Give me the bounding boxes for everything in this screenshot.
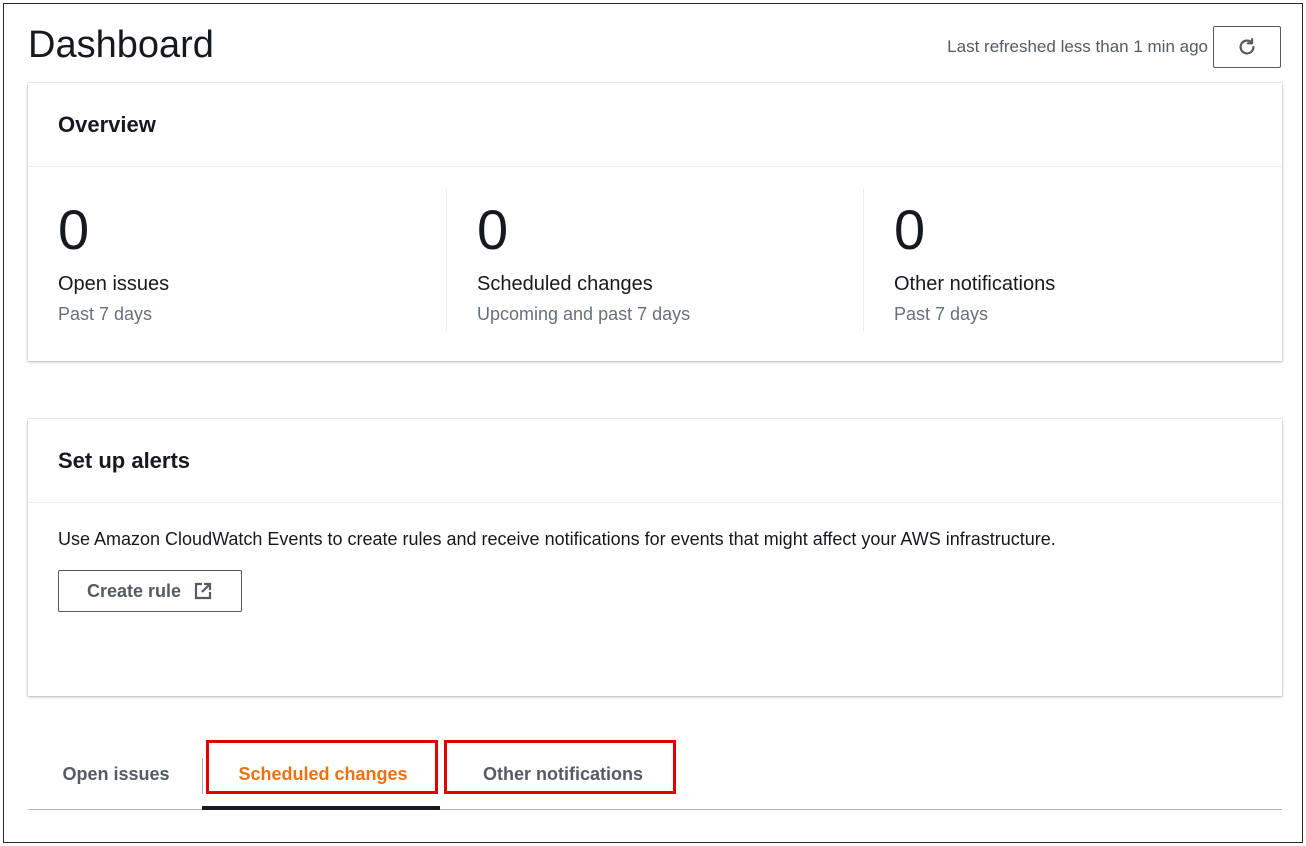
stat-subtext: Upcoming and past 7 days [477,304,691,324]
highlight-box-other [444,740,676,794]
alerts-body: Use Amazon CloudWatch Events to create r… [28,503,1282,612]
stat-subtext: Past 7 days [894,304,989,324]
setup-alerts-card: Set up alerts Use Amazon CloudWatch Even… [28,419,1282,696]
overview-card: Overview 0 Open issues Past 7 days 0 Sch… [28,83,1282,361]
stat-scheduled-changes: 0 Scheduled changes Upcoming and past 7 … [446,189,864,331]
stat-value: 0 [477,198,509,261]
page-title: Dashboard [28,24,214,66]
dashboard-frame: Dashboard Last refreshed less than 1 min… [3,3,1303,843]
overview-title: Overview [58,111,156,137]
stat-other-notifications: 0 Other notifications Past 7 days [863,189,1281,331]
stat-value: 0 [58,198,90,261]
alerts-title: Set up alerts [58,447,191,473]
refresh-button[interactable] [1213,26,1281,68]
stat-label: Scheduled changes [477,273,653,295]
last-refreshed-text: Last refreshed less than 1 min ago [947,37,1208,56]
page-header: Dashboard Last refreshed less than 1 min… [4,4,1302,84]
active-tab-underline [202,806,440,810]
refresh-icon [1239,38,1255,55]
alerts-card-header: Set up alerts [28,419,1282,503]
overview-card-header: Overview [28,83,1282,167]
highlight-box-scheduled [206,740,438,794]
stat-label: Open issues [58,273,170,295]
dashboard-tabs: Open issues Scheduled changes Other noti… [28,738,1282,810]
overview-stats: 0 Open issues Past 7 days 0 Scheduled ch… [28,167,1282,360]
stat-label: Other notifications [894,273,1056,295]
stat-subtext: Past 7 days [58,304,153,324]
external-link-icon [194,582,212,600]
alerts-description: Use Amazon CloudWatch Events to create r… [58,529,1056,549]
tab-open-issues[interactable]: Open issues [28,738,204,810]
create-rule-label: Create rule [87,580,182,601]
create-rule-button[interactable]: Create rule [58,570,243,612]
tab-separator [202,758,203,794]
stat-open-issues: 0 Open issues Past 7 days [28,189,446,331]
stat-value: 0 [894,198,926,261]
